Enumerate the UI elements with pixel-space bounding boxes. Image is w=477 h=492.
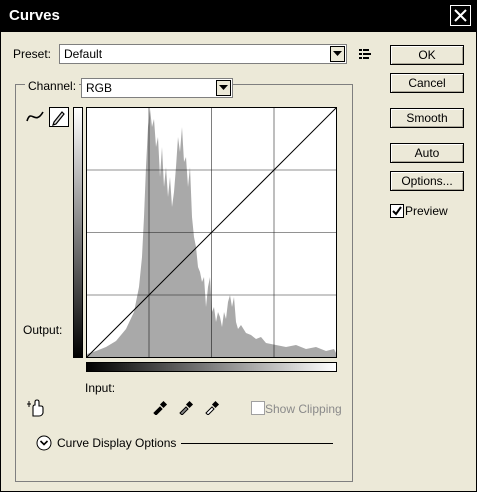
preset-label: Preset: (13, 47, 52, 61)
input-label: Input: (85, 381, 116, 395)
output-label: Output: (23, 323, 63, 337)
curve-display-options-label[interactable]: Curve Display Options (57, 436, 176, 450)
pencil-tool-button[interactable] (49, 107, 69, 127)
preview-checkbox[interactable] (390, 204, 404, 218)
close-icon (454, 9, 467, 22)
white-eyedropper-icon[interactable] (204, 399, 220, 415)
pencil-tool-icon (52, 111, 65, 126)
show-clipping-label: Show Clipping (265, 402, 342, 416)
curves-dialog: Curves Preset: Default OK Cancel Smooth … (0, 0, 477, 492)
channel-label: Channel: (25, 79, 80, 93)
curve-graph-svg[interactable] (86, 107, 337, 358)
preset-dropdown-button[interactable] (330, 46, 345, 62)
curve-graph[interactable] (86, 107, 337, 361)
divider (181, 443, 333, 444)
chevron-down-icon (333, 51, 342, 56)
gray-eyedropper-icon[interactable] (178, 399, 194, 415)
channel-select[interactable]: RGB (81, 78, 233, 98)
ok-button[interactable]: OK (390, 45, 464, 65)
preset-value: Default (64, 47, 103, 61)
cancel-button[interactable]: Cancel (390, 73, 464, 93)
close-button[interactable] (450, 5, 471, 26)
preset-select[interactable]: Default (59, 44, 347, 64)
expand-chevron-icon[interactable] (36, 435, 52, 451)
black-eyedropper-icon[interactable] (152, 399, 168, 415)
input-gradient-bar (86, 362, 337, 372)
smooth-button[interactable]: Smooth (390, 108, 464, 128)
output-gradient-bar (73, 107, 83, 358)
checkmark-icon (392, 206, 402, 216)
options-button[interactable]: Options... (390, 171, 464, 191)
curve-tool-icon[interactable] (25, 108, 45, 126)
channel-dropdown-button[interactable] (216, 80, 231, 96)
channel-value: RGB (86, 81, 113, 95)
chevron-down-icon (219, 85, 228, 90)
preview-label: Preview (405, 204, 448, 218)
show-clipping-checkbox[interactable] (251, 401, 265, 415)
auto-button[interactable]: Auto (390, 143, 464, 163)
dialog-title: Curves (9, 7, 60, 24)
preset-menu-icon[interactable] (358, 48, 372, 60)
hand-adjust-icon[interactable] (27, 398, 47, 418)
title-bar: Curves (1, 1, 476, 32)
